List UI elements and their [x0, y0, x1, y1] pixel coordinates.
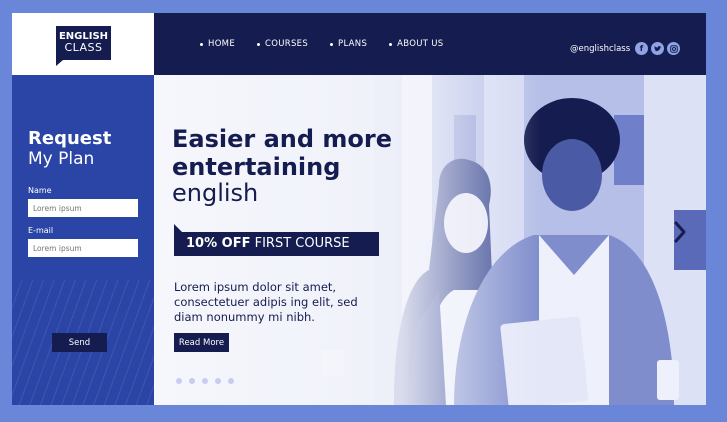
slide-indicators [176, 378, 234, 384]
logo-line2: CLASS [64, 41, 103, 54]
next-slide-arrow-icon[interactable] [673, 220, 687, 244]
nav-plans-label: PLANS [338, 39, 368, 49]
bullet-icon [257, 42, 260, 46]
main-nav: HOME COURSES PLANS ABOUT US [200, 39, 465, 54]
hero-banner: Easier and more entertaining english 10%… [154, 75, 706, 405]
twitter-icon[interactable] [651, 42, 664, 55]
slide-dot[interactable] [228, 378, 234, 384]
offer-text: FIRST COURSE [250, 236, 350, 251]
offer-banner: 10% OFF FIRST COURSE [174, 232, 379, 256]
nav-about-us[interactable]: ABOUT US [389, 39, 443, 49]
bullet-icon [389, 42, 393, 46]
hero-paragraph: Lorem ipsum dolor sit amet, consectetuer… [174, 280, 358, 324]
nav-courses[interactable]: COURSES [257, 39, 308, 49]
offer-discount: 10% OFF [186, 236, 251, 251]
headline: Easier and more entertaining [172, 125, 432, 181]
landing-page: ENGLISH CLASS HOME COURSES PLANS ABOUT U… [12, 13, 706, 405]
social-icons: f [635, 42, 680, 55]
nav-courses-label: COURSES [265, 39, 309, 49]
name-field[interactable] [28, 199, 138, 217]
email-label: E-mail [28, 226, 54, 235]
logo-area: ENGLISH CLASS [12, 13, 154, 75]
request-plan-sidebar: Request My Plan Name E-mail Send [12, 75, 154, 405]
top-navbar: HOME COURSES PLANS ABOUT US @englishclas… [154, 13, 706, 75]
headline-line1: Easier and more [172, 125, 392, 153]
nav-about-us-label: ABOUT US [397, 39, 444, 49]
nav-home[interactable]: HOME [200, 39, 235, 49]
instagram-icon[interactable] [667, 42, 680, 55]
slide-dot[interactable] [189, 378, 195, 384]
slide-dot[interactable] [176, 378, 182, 384]
email-field[interactable] [28, 239, 138, 257]
form-title-line2: My Plan [28, 149, 95, 169]
slide-dot[interactable] [202, 378, 208, 384]
facebook-icon[interactable]: f [635, 42, 648, 55]
nav-home-label: HOME [208, 39, 235, 49]
name-label: Name [28, 186, 52, 195]
offer-tab-decoration [174, 224, 182, 232]
send-button[interactable]: Send [52, 333, 107, 352]
form-title-line1: Request [28, 128, 112, 149]
nav-plans[interactable]: PLANS [330, 39, 367, 49]
slide-dot[interactable] [215, 378, 221, 384]
headline-line2: entertaining [172, 153, 341, 181]
headline-line3: english [172, 179, 259, 207]
social-handle[interactable]: @englishclass [570, 44, 630, 54]
bullet-icon [330, 42, 334, 46]
bullet-icon [200, 42, 203, 46]
read-more-button[interactable]: Read More [174, 333, 229, 352]
logo[interactable]: ENGLISH CLASS [56, 26, 111, 66]
